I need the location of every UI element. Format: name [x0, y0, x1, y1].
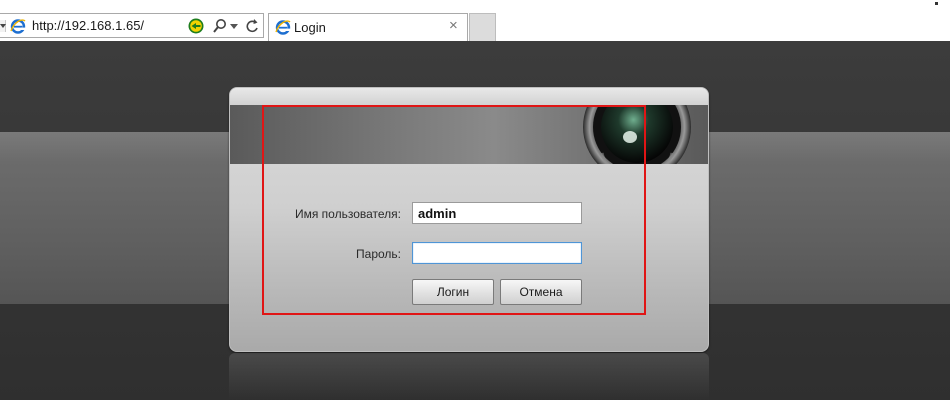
ie-logo-icon	[10, 19, 26, 34]
url-text[interactable]: http://192.168.1.65/	[32, 18, 144, 33]
address-bar[interactable]: http://192.168.1.65/	[0, 13, 264, 38]
tab-title: Login	[294, 20, 326, 35]
new-tab-button[interactable]	[469, 13, 496, 41]
search-icon[interactable]	[213, 18, 227, 34]
dialog-top-strip	[230, 88, 708, 105]
close-icon[interactable]: ×	[449, 18, 458, 34]
window-control-icon	[935, 2, 938, 5]
dialog-reflection	[229, 353, 709, 400]
compatibility-icon[interactable]	[188, 18, 204, 34]
refresh-icon[interactable]	[245, 18, 259, 34]
history-dropdown[interactable]	[0, 20, 6, 32]
browser-tab[interactable]: Login ×	[268, 13, 468, 41]
browser-toolbar: http://192.168.1.65/ Login ×	[0, 0, 950, 41]
tab-ie-logo-icon	[275, 20, 291, 35]
dropdown-arrow-icon[interactable]	[230, 24, 238, 30]
highlight-box	[262, 105, 646, 315]
